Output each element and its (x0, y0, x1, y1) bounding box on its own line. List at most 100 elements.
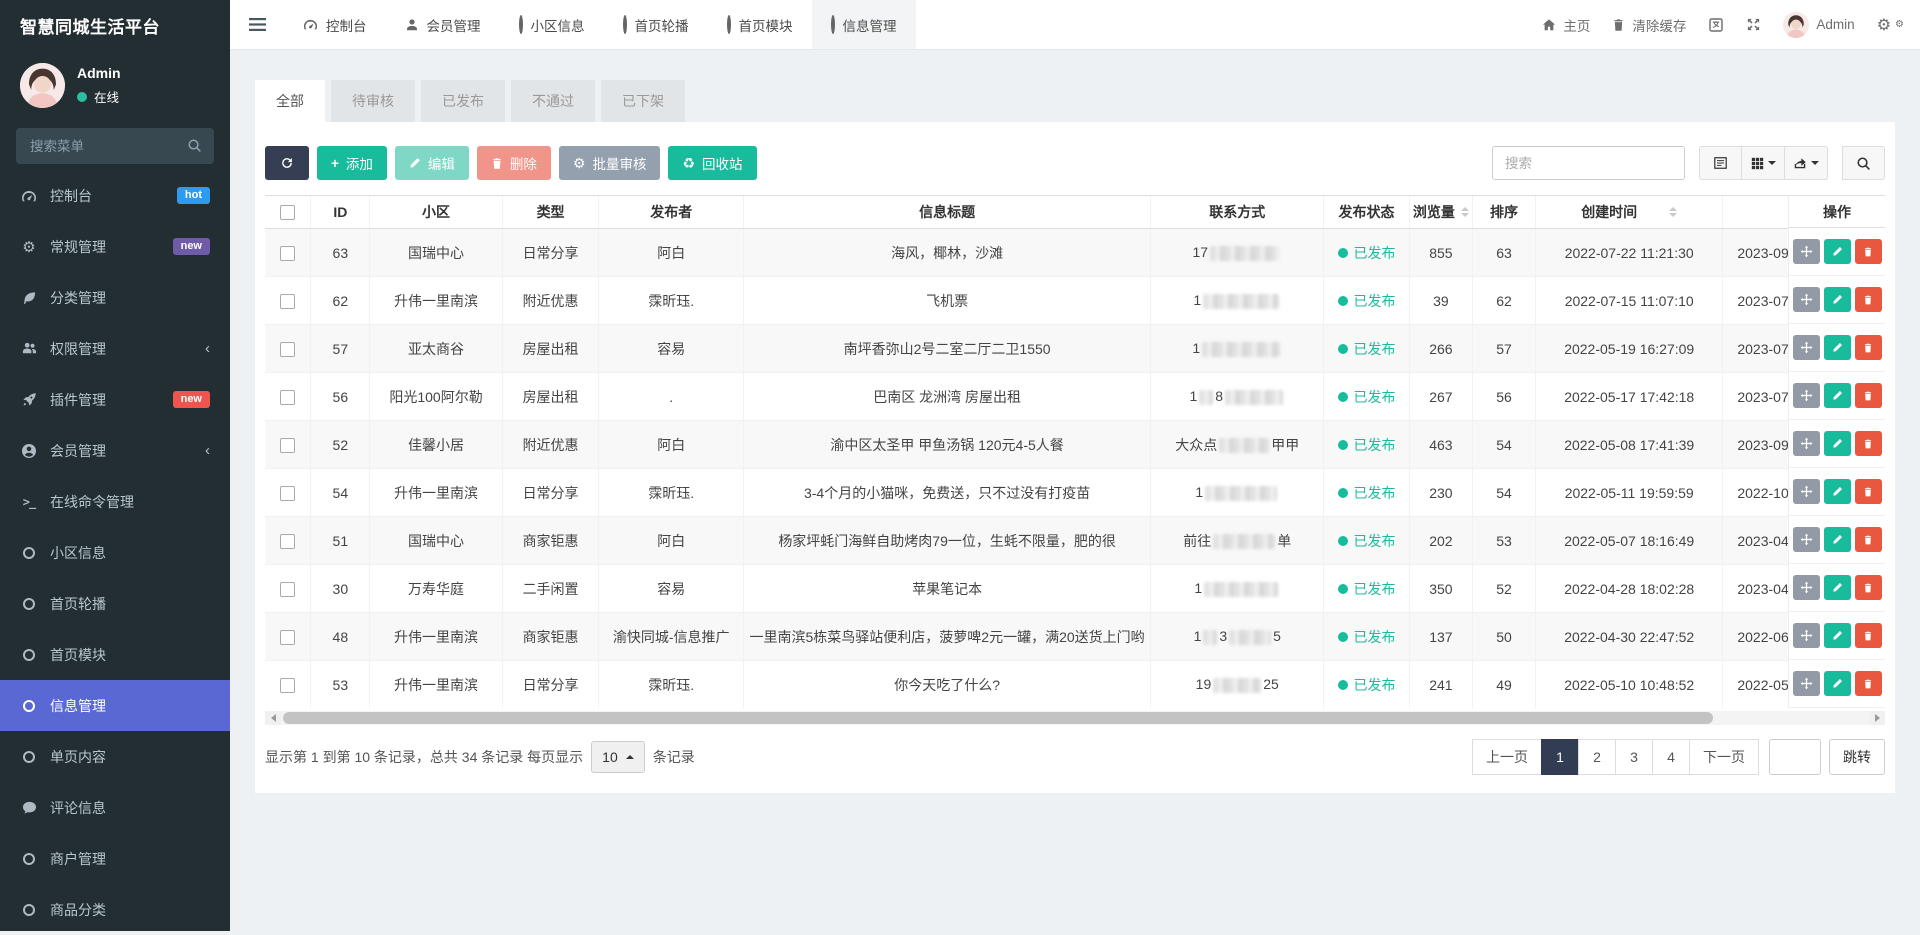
col-sort[interactable]: 排序 (1472, 196, 1535, 229)
move-button[interactable] (1793, 671, 1820, 696)
nav-tab-dashboard[interactable]: 控制台 (284, 0, 386, 49)
edit-row-button[interactable] (1824, 671, 1851, 696)
delete-row-button[interactable] (1855, 575, 1882, 600)
scrollbar-thumb[interactable] (283, 712, 1713, 724)
horizontal-scrollbar[interactable] (265, 711, 1885, 725)
page-button-1[interactable]: 1 (1541, 739, 1579, 775)
scroll-right-icon[interactable] (1869, 711, 1885, 725)
sidebar-item-dashboard[interactable]: 控制台 hot (0, 170, 230, 221)
move-button[interactable] (1793, 383, 1820, 408)
move-button[interactable] (1793, 431, 1820, 456)
delete-button[interactable]: 删除 (477, 146, 551, 180)
delete-row-button[interactable] (1855, 383, 1882, 408)
select-all-checkbox[interactable] (280, 205, 295, 220)
scroll-left-icon[interactable] (265, 711, 281, 725)
edit-row-button[interactable] (1824, 383, 1851, 408)
row-checkbox[interactable] (280, 294, 295, 309)
edit-row-button[interactable] (1824, 623, 1851, 648)
sidebar-item-general-management[interactable]: ⚙ 常规管理 new (0, 221, 230, 272)
move-button[interactable] (1793, 239, 1820, 264)
sidebar-item-comments[interactable]: 评论信息 (0, 782, 230, 833)
col-community[interactable]: 小区 (370, 196, 502, 229)
recycle-bin-button[interactable]: ♻ 回收站 (668, 146, 756, 180)
sidebar-item-member-management[interactable]: 会员管理 ‹ (0, 425, 230, 476)
row-checkbox[interactable] (280, 630, 295, 645)
col-id[interactable]: ID (311, 196, 370, 229)
move-button[interactable] (1793, 479, 1820, 504)
edit-row-button[interactable] (1824, 575, 1851, 600)
navbar-user[interactable]: Admin (1783, 12, 1854, 38)
delete-row-button[interactable] (1855, 527, 1882, 552)
tab-pending[interactable]: 待审核 (331, 80, 415, 122)
sort-icon[interactable] (1461, 207, 1469, 217)
move-button[interactable] (1793, 335, 1820, 360)
export-icon[interactable] (1785, 146, 1828, 180)
sidebar-item-merchant-management[interactable]: 商户管理 (0, 833, 230, 884)
tab-published[interactable]: 已发布 (421, 80, 505, 122)
table-search-input[interactable] (1492, 146, 1685, 180)
next-page-button[interactable]: 下一页 (1689, 739, 1759, 775)
nav-tab-community-info[interactable]: 小区信息 (500, 0, 604, 49)
advanced-search-icon[interactable] (1842, 146, 1885, 180)
delete-row-button[interactable] (1855, 335, 1882, 360)
avatar[interactable] (20, 63, 65, 108)
col-publisher[interactable]: 发布者 (599, 196, 744, 229)
col-created[interactable]: 创建时间 (1536, 196, 1723, 229)
delete-row-button[interactable] (1855, 479, 1882, 504)
clear-cache-button[interactable]: 清除缓存 (1612, 15, 1686, 35)
sidebar-item-info-management[interactable]: 信息管理 (0, 680, 230, 731)
fullscreen-icon[interactable] (1746, 17, 1761, 32)
col-contact[interactable]: 联系方式 (1151, 196, 1324, 229)
row-checkbox[interactable] (280, 342, 295, 357)
delete-row-button[interactable] (1855, 671, 1882, 696)
page-button-2[interactable]: 2 (1578, 739, 1616, 775)
home-link[interactable]: 主页 (1542, 15, 1590, 35)
sidebar-item-community-info[interactable]: 小区信息 (0, 527, 230, 578)
move-button[interactable] (1793, 623, 1820, 648)
jump-button[interactable]: 跳转 (1829, 739, 1885, 775)
page-size-select[interactable]: 10 (591, 741, 645, 773)
row-checkbox[interactable] (280, 246, 295, 261)
sidebar-item-online-command[interactable]: >_ 在线命令管理 (0, 476, 230, 527)
edit-row-button[interactable] (1824, 287, 1851, 312)
hamburger-icon[interactable] (230, 0, 284, 49)
tab-all[interactable]: 全部 (255, 80, 325, 122)
col-views[interactable]: 浏览量 (1409, 196, 1472, 229)
prev-page-button[interactable]: 上一页 (1472, 739, 1542, 775)
edit-row-button[interactable] (1824, 431, 1851, 456)
move-button[interactable] (1793, 287, 1820, 312)
sidebar-item-goods-category[interactable]: 商品分类 (0, 884, 230, 935)
col-status[interactable]: 发布状态 (1324, 196, 1410, 229)
edit-row-button[interactable] (1824, 239, 1851, 264)
edit-row-button[interactable] (1824, 335, 1851, 360)
settings-gears-icon[interactable]: ⚙⚙ (1877, 15, 1904, 35)
tab-offline[interactable]: 已下架 (601, 80, 685, 122)
edit-row-button[interactable] (1824, 479, 1851, 504)
sidebar-item-home-carousel[interactable]: 首页轮播 (0, 578, 230, 629)
add-button[interactable]: + 添加 (317, 146, 387, 180)
row-checkbox[interactable] (280, 582, 295, 597)
sidebar-item-single-page[interactable]: 单页内容 (0, 731, 230, 782)
col-type[interactable]: 类型 (502, 196, 599, 229)
row-checkbox[interactable] (280, 390, 295, 405)
sidebar-item-permission-management[interactable]: 权限管理 ‹ (0, 323, 230, 374)
sidebar-item-plugin-management[interactable]: 插件管理 new (0, 374, 230, 425)
edit-button[interactable]: 编辑 (395, 146, 469, 180)
delete-row-button[interactable] (1855, 431, 1882, 456)
detail-view-icon[interactable] (1699, 146, 1742, 180)
tab-rejected[interactable]: 不通过 (511, 80, 595, 122)
nav-tab-home-module[interactable]: 首页模块 (708, 0, 812, 49)
delete-row-button[interactable] (1855, 287, 1882, 312)
language-icon[interactable] (1708, 17, 1724, 33)
delete-row-button[interactable] (1855, 239, 1882, 264)
nav-tab-home-carousel[interactable]: 首页轮播 (604, 0, 708, 49)
refresh-button[interactable] (265, 146, 309, 180)
page-button-3[interactable]: 3 (1615, 739, 1653, 775)
row-checkbox[interactable] (280, 534, 295, 549)
sidebar-item-category-management[interactable]: 分类管理 (0, 272, 230, 323)
nav-tab-info-management[interactable]: 信息管理 (812, 0, 916, 49)
row-checkbox[interactable] (280, 486, 295, 501)
move-button[interactable] (1793, 527, 1820, 552)
col-title[interactable]: 信息标题 (743, 196, 1150, 229)
row-checkbox[interactable] (280, 678, 295, 693)
